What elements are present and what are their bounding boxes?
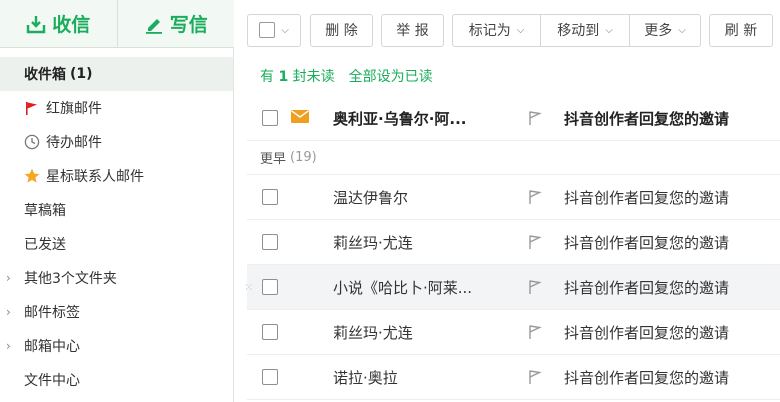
unread-text: 有 1 封未读 [260,66,335,86]
mail-list-panel: ⌵ 删 除 举 报 标记为 ⌵ 移动到 ⌵ 更多 ⌵ 刷 新 有 1 封未读 全… [234,0,780,402]
group-label: 更早 [260,152,287,167]
flag-outline-icon[interactable] [528,234,542,254]
row-checkbox[interactable] [262,369,278,385]
row-checkbox[interactable] [262,189,278,205]
unread-envelope-icon [291,109,309,127]
action-dropdown-group: 标记为 ⌵ 移动到 ⌵ 更多 ⌵ [452,13,701,47]
email-sender: 奥利亚·乌鲁尔·阿... [333,109,467,128]
group-count: (19) [290,150,317,165]
chevron-right-icon[interactable]: › [6,261,11,295]
report-button[interactable]: 举 报 [381,13,444,47]
sidebar-item-file-center[interactable]: 文件中心 [0,363,233,397]
row-checkbox[interactable] [262,234,278,250]
sidebar-item-flagged[interactable]: 红旗邮件 [0,91,233,125]
pen-icon [145,18,162,34]
sidebar-item-starred-contacts[interactable]: 星标联系人邮件 [0,159,233,193]
sidebar-item-label: 其他3个文件夹 [24,271,117,287]
chevron-down-icon: ⌵ [678,24,686,36]
email-subject: 抖音创作者回复您的邀请 [564,109,730,128]
sidebar-item-label: 邮箱中心 [24,339,80,355]
select-all-checkbox[interactable] [259,22,276,38]
email-sender: 温达伊鲁尔 [333,188,409,207]
sidebar-item-drafts[interactable]: 草稿箱 [0,193,233,227]
unread-suffix: 封未读 [292,69,335,85]
select-all-dropdown[interactable]: ⌵ [247,13,301,47]
email-subject: 抖音创作者回复您的邀请 [564,323,730,342]
sidebar-item-mail-tags[interactable]: › 邮件标签 [0,295,233,329]
email-subject: 抖音创作者回复您的邀请 [564,233,730,252]
receive-mail-button[interactable]: 收信 [0,0,117,47]
sidebar-item-label: 红旗邮件 [46,101,102,117]
clock-icon [24,134,40,150]
row-checkbox[interactable] [262,279,278,295]
email-sender: 诺拉·奥拉 [333,368,398,387]
compose-bar: 收信 写信 [0,0,234,48]
inbox-download-icon [27,15,46,33]
sidebar-item-inbox[interactable]: 收件箱 (1) [0,57,233,91]
sidebar-item-sent[interactable]: 已发送 [0,227,233,261]
delete-button[interactable]: 删 除 [310,13,373,47]
toolbar: ⌵ 删 除 举 报 标记为 ⌵ 移动到 ⌵ 更多 ⌵ 刷 新 [247,13,773,47]
sidebar-item-label: 文件中心 [24,373,80,389]
flag-outline-icon[interactable] [528,189,542,209]
sidebar-item-label: 星标联系人邮件 [46,169,144,185]
flag-outline-icon[interactable] [528,110,542,130]
date-group-header: 更早 (19) [247,141,780,175]
email-subject: 抖音创作者回复您的邀请 [564,278,730,297]
chevron-right-icon[interactable]: › [6,295,11,329]
sidebar-item-label: 草稿箱 [24,203,66,219]
more-label: 更多 [644,23,673,39]
sidebar-item-other-folders[interactable]: › 其他3个文件夹 [0,261,233,295]
email-sender: 莉丝玛·尤连 [333,323,413,342]
email-row[interactable]: 奥利亚·乌鲁尔·阿... 抖音创作者回复您的邀请 [247,96,780,141]
sidebar-item-label: 已发送 [24,237,66,253]
row-checkbox[interactable] [262,110,278,126]
mark-all-read-link[interactable]: 全部设为已读 [349,66,433,86]
write-mail-button[interactable]: 写信 [116,0,234,47]
write-mail-label: 写信 [169,14,208,36]
email-row[interactable]: 诺拉·奥拉 抖音创作者回复您的邀请 [247,355,780,400]
more-dropdown[interactable]: 更多 ⌵ [629,14,700,46]
sidebar-item-label: 收件箱 [24,67,66,83]
sidebar-item-todo[interactable]: 待办邮件 [0,125,233,159]
row-checkbox[interactable] [262,324,278,340]
mark-as-dropdown[interactable]: 标记为 ⌵ [453,15,540,46]
sidebar-item-mailbox-center[interactable]: › 邮箱中心 [0,329,233,363]
flag-outline-icon[interactable] [528,324,542,344]
email-subject: 抖音创作者回复您的邀请 [564,368,730,387]
email-list: 奥利亚·乌鲁尔·阿... 抖音创作者回复您的邀请 更早 (19) 温达伊鲁尔 抖… [244,96,780,400]
move-to-label: 移动到 [557,23,600,39]
chevron-right-icon[interactable]: › [6,329,11,363]
refresh-button[interactable]: 刷 新 [709,13,773,47]
receive-mail-label: 收信 [52,14,91,36]
email-subject: 抖音创作者回复您的邀请 [564,188,730,207]
sidebar-item-label: 待办邮件 [46,135,102,151]
email-sender: 小说《哈比卜·阿莱... [333,278,473,297]
flag-outline-icon[interactable] [528,369,542,389]
inbox-count: (1) [70,66,93,82]
email-row[interactable]: 莉丝玛·尤连 抖音创作者回复您的邀请 [247,310,780,355]
chevron-down-icon: ⌵ [605,24,613,36]
chevron-down-icon: ⌵ [281,24,289,36]
email-sender: 莉丝玛·尤连 [333,233,413,252]
unread-summary: 有 1 封未读 全部设为已读 [260,66,433,86]
unread-count: 1 [278,69,289,85]
sidebar-item-label: 邮件标签 [24,305,80,321]
folder-nav: 收件箱 (1) 红旗邮件 待办邮件 星标联系人邮件 草稿箱 已发送 › 其他3个… [0,57,233,397]
sidebar: 收信 写信 收件箱 (1) 红旗邮件 待办邮件 星标联系人邮件 草稿箱 已发送 … [0,0,234,402]
unread-prefix: 有 [260,69,274,85]
move-to-dropdown[interactable]: 移动到 ⌵ [540,14,629,46]
star-icon [24,168,40,184]
email-row[interactable]: 莉丝玛·尤连 抖音创作者回复您的邀请 [247,220,780,265]
drag-handle-icon[interactable]: ⁙ [244,281,253,294]
red-flag-icon [24,100,40,116]
mark-as-label: 标记为 [468,23,511,39]
email-row[interactable]: ⁙ 小说《哈比卜·阿莱... 抖音创作者回复您的邀请 [244,265,780,310]
flag-outline-icon[interactable] [528,279,542,299]
email-row[interactable]: 温达伊鲁尔 抖音创作者回复您的邀请 [247,175,780,220]
chevron-down-icon: ⌵ [516,24,525,36]
